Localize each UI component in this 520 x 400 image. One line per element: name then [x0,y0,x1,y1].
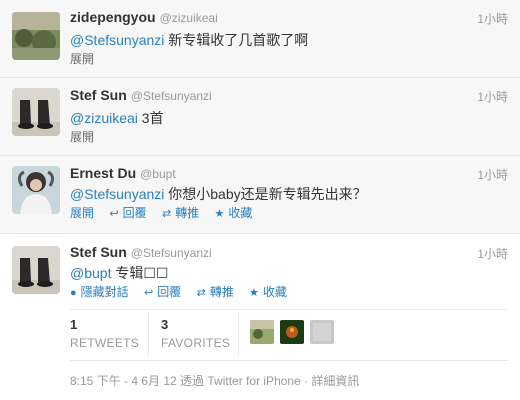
author-screenname[interactable]: @zizuikeai [160,11,218,25]
tweet-timeline: zidepengyou @zizuikeai 1小時 @Stefsunyanzi … [0,0,520,400]
expand-link[interactable]: 展開 [70,52,94,66]
mention-link[interactable]: @zizuikeai [70,110,138,126]
favorites-label: FAVORITES [161,336,231,350]
retweet-button[interactable]: ⇄ 轉推 [162,206,199,220]
expand-link[interactable]: 展開 [70,206,94,220]
favorite-button[interactable]: ★ 收藏 [249,285,287,299]
stats-divider [238,314,239,356]
reply-button[interactable]: ↩ 回覆 [144,285,181,299]
author-fullname[interactable]: Stef Sun [70,87,127,103]
retweet-icon: ⇄ [196,287,206,299]
retweet-label: 轉推 [175,206,200,220]
tweet-item[interactable]: Stef Sun @Stefsunyanzi 1小時 @zizuikeai 3首 … [0,78,520,156]
hide-conversation-button[interactable]: ● 隱藏對話 [70,285,129,299]
tweet-item[interactable]: Ernest Du @bupt 1小時 @Stefsunyanzi 你想小baby… [0,156,520,234]
reply-button[interactable]: ↩ 回覆 [109,206,146,220]
retweet-icon: ⇄ [161,208,172,220]
reply-icon: ↩ [144,287,154,299]
favorite-button[interactable]: ★ 收藏 [215,206,253,220]
author-screenname[interactable]: @bupt [140,167,176,181]
retweets-label: RETWEETS [70,336,140,350]
star-icon: ★ [249,287,260,299]
tweet-body: 新专辑收了几首歌了啊 [168,32,309,48]
author-fullname[interactable]: zidepengyou [70,9,156,25]
favorites-count: 3 [161,317,169,332]
avatar[interactable] [12,166,60,214]
expand-link[interactable]: 展開 [70,130,94,144]
favoriter-avatar[interactable] [250,320,274,344]
tweet-meta[interactable]: 8:15 下午 - 4 6月 12 透過 Twitter for iPhone … [70,372,359,389]
reply-label: 回覆 [122,206,147,220]
favoriter-avatar[interactable] [280,320,304,344]
tweet-item[interactable]: zidepengyou @zizuikeai 1小時 @Stefsunyanzi … [0,0,520,78]
retweets-count: 1 [70,317,78,332]
tweet-timestamp[interactable]: 1小時 [477,245,508,262]
star-icon: ★ [214,208,225,220]
stats-divider [148,314,149,356]
retweet-label: 轉推 [209,285,234,299]
avatar[interactable] [12,88,60,136]
tweet-body: 专辑☐☐ [115,265,169,281]
stats-divider-bottom [70,360,508,361]
tweet-body: 你想小baby还是新专辑先出来？ [168,186,367,202]
tweet-text: @bupt 专辑☐☐ [70,263,508,283]
tweet-text: @zizuikeai 3首 [70,108,508,128]
retweets-stat[interactable]: 1 RETWEETS [70,317,139,350]
author-screenname[interactable]: @Stefsunyanzi [131,246,212,260]
author-fullname[interactable]: Ernest Du [70,165,136,181]
tweet-body: 3首 [141,110,164,126]
avatar[interactable] [12,12,60,60]
reply-icon: ↩ [109,208,119,220]
avatar[interactable] [12,246,60,294]
mention-link[interactable]: @Stefsunyanzi [70,32,164,48]
mention-link[interactable]: @Stefsunyanzi [70,186,164,202]
retweet-button[interactable]: ⇄ 轉推 [197,285,234,299]
tweet-text: @Stefsunyanzi 你想小baby还是新专辑先出来？ [70,184,508,204]
tweet-text: @Stefsunyanzi 新专辑收了几首歌了啊 [70,30,508,50]
hide-conversation-label: 隱藏對話 [80,285,129,299]
favorite-label: 收藏 [263,285,288,299]
speech-bubble-icon: ● [70,287,77,299]
tweet-timestamp[interactable]: 1小時 [477,10,508,27]
stats-divider-top [70,309,508,310]
tweet-timestamp[interactable]: 1小時 [477,88,508,105]
tweet-timestamp[interactable]: 1小時 [477,166,508,183]
author-fullname[interactable]: Stef Sun [70,244,127,260]
author-screenname[interactable]: @Stefsunyanzi [131,89,212,103]
favorite-label: 收藏 [228,206,253,220]
favorites-stat[interactable]: 3 FAVORITES [161,317,230,350]
reply-label: 回覆 [157,285,182,299]
mention-link[interactable]: @bupt [70,265,111,281]
favoriter-avatar[interactable] [310,320,334,344]
